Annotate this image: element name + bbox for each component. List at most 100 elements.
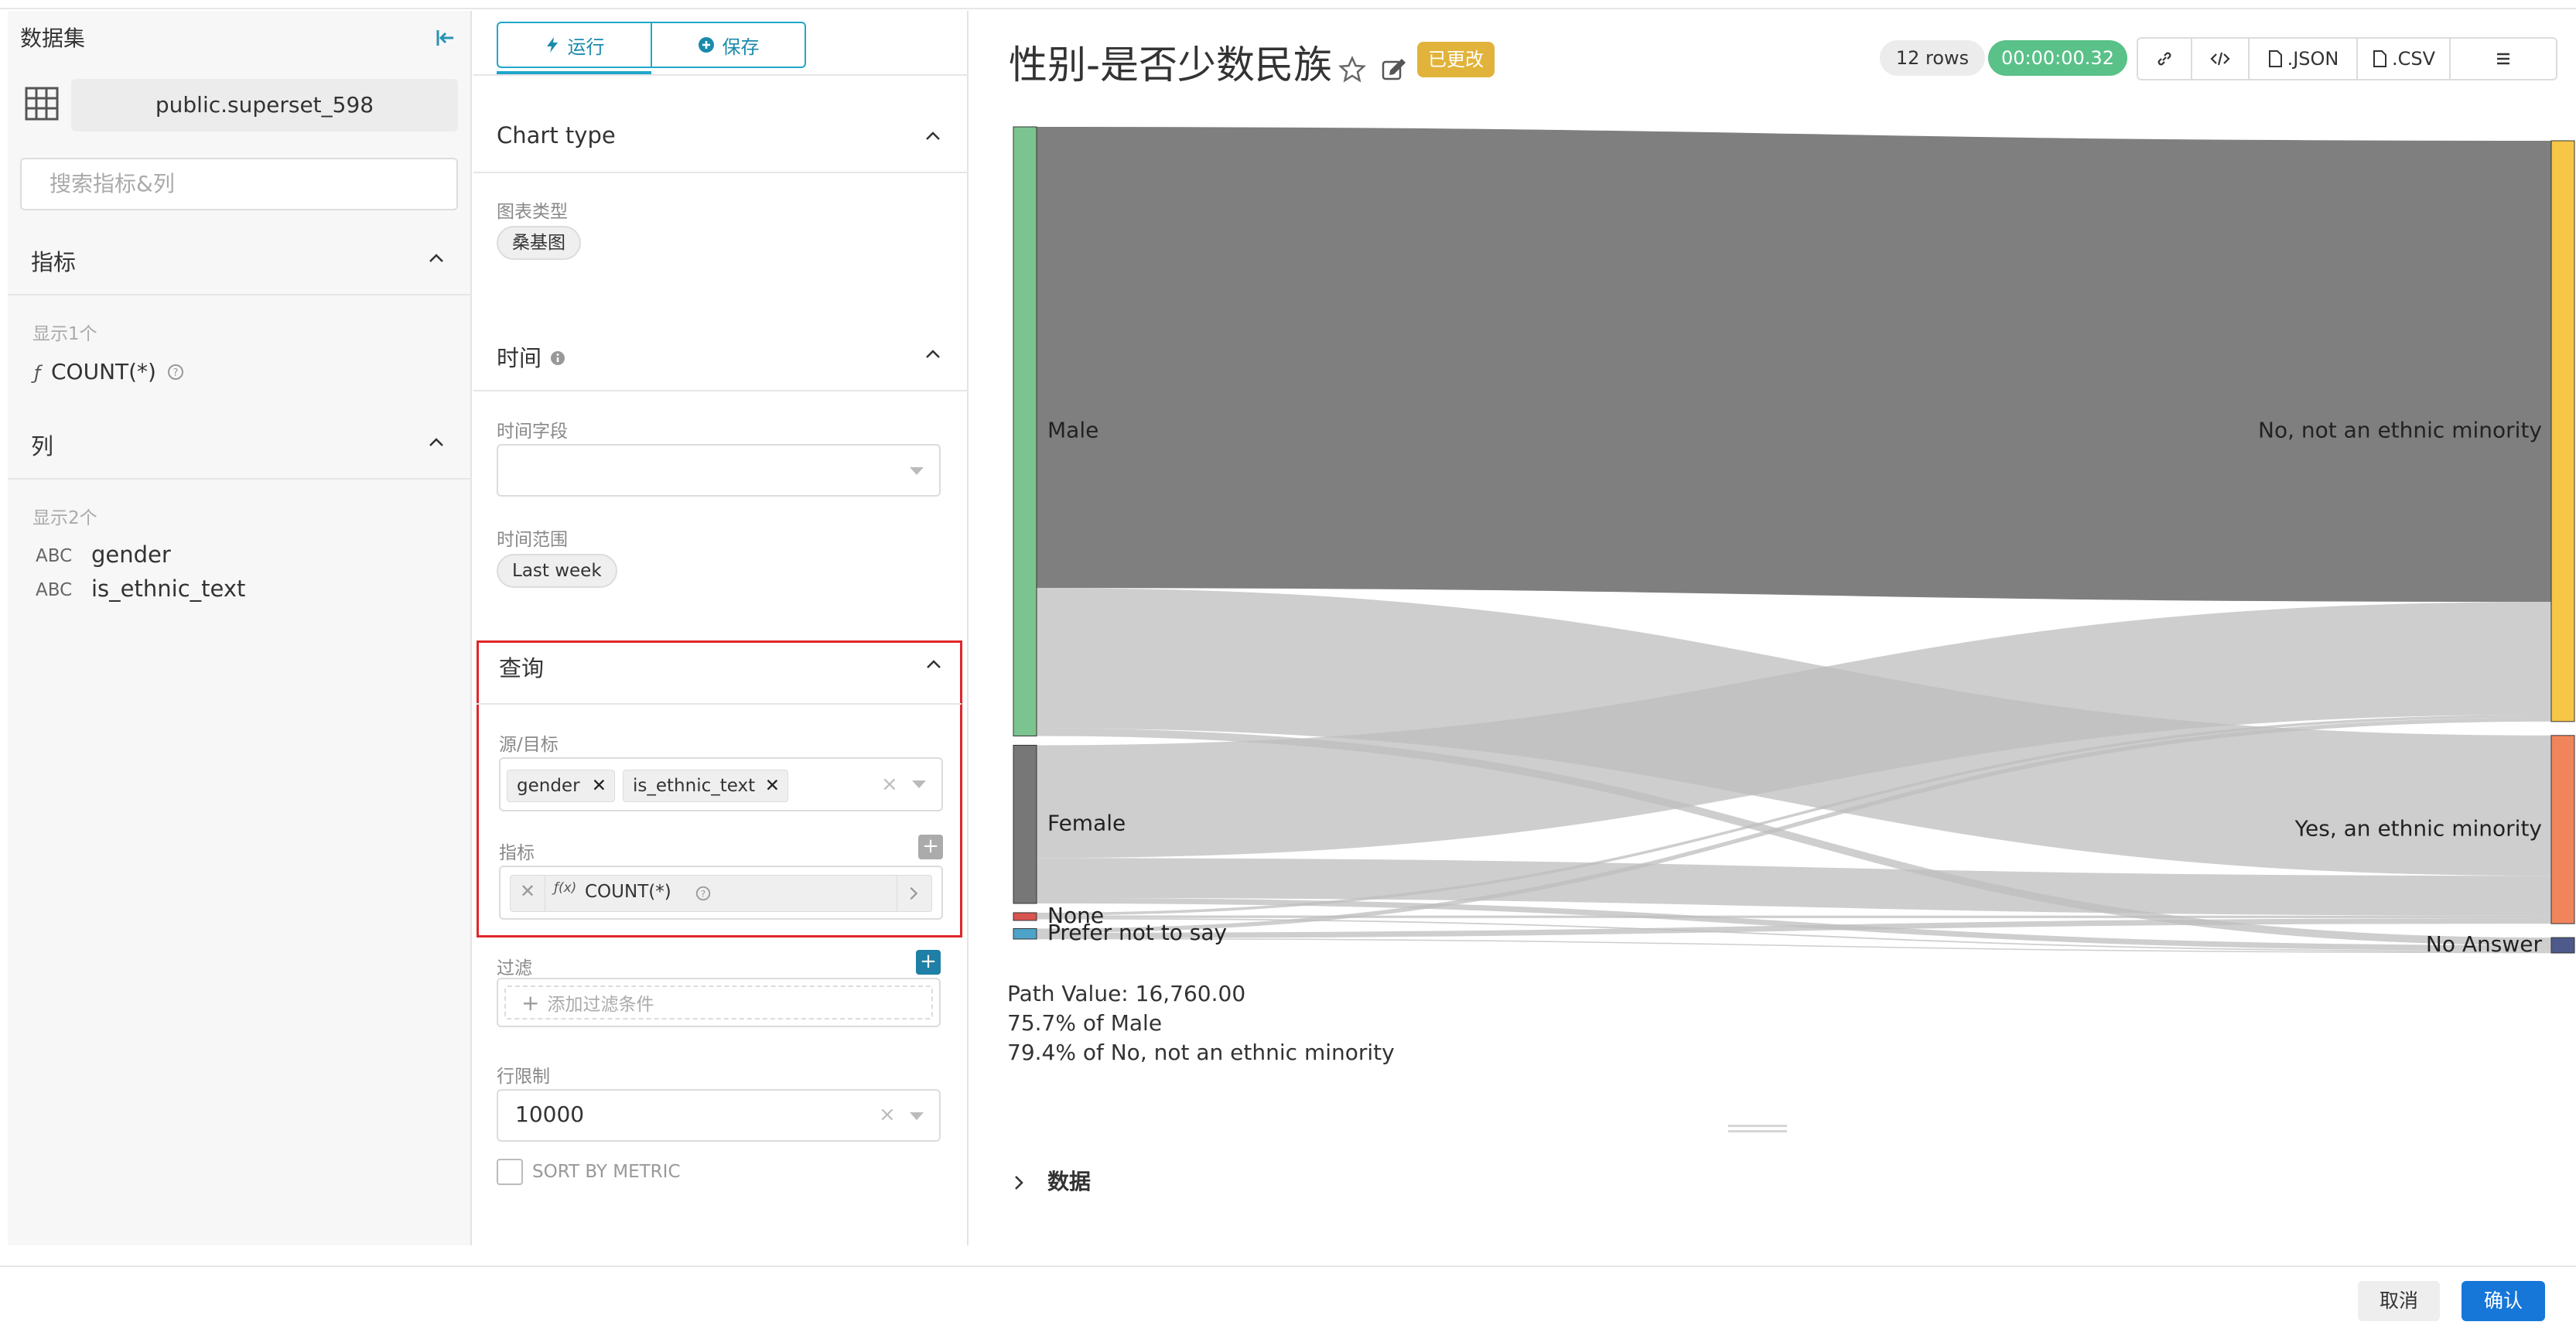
chevron-up-icon[interactable]: [427, 249, 446, 268]
sankey-node[interactable]: [1013, 744, 1037, 904]
remove-tag-icon[interactable]: ✕: [592, 770, 606, 801]
dataset-name[interactable]: public.superset_598: [71, 79, 458, 131]
chevron-up-icon[interactable]: [427, 433, 446, 452]
confirm-button[interactable]: 确认: [2462, 1281, 2545, 1321]
remove-metric-icon[interactable]: ✕: [520, 880, 535, 902]
chart-title[interactable]: 性别-是否少数民族: [1009, 34, 1332, 90]
chart-area: 性别-是否少数民族 已更改 12 rows 00:00:00.32 .JSON …: [970, 11, 2576, 1245]
sankey-node[interactable]: [2550, 937, 2575, 954]
collapse-panel-icon[interactable]: [433, 26, 456, 50]
chart-toolbar: .JSON .CSV: [2137, 37, 2557, 80]
row-limit-label: 行限制: [497, 1067, 550, 1087]
svg-text:?: ?: [173, 367, 178, 379]
time-range-label: 时间范围: [497, 530, 568, 550]
remove-tag-icon[interactable]: ✕: [765, 770, 780, 801]
metric-select[interactable]: ✕ ƒ(x) COUNT(*) ?: [499, 866, 943, 920]
column-type-tag: ABC: [36, 580, 73, 600]
metric-label: 指标: [499, 843, 535, 863]
column-item-is-ethnic-text[interactable]: is_ethnic_text: [91, 575, 245, 602]
sort-by-metric-checkbox[interactable]: [497, 1159, 523, 1185]
source-target-select[interactable]: gender ✕ is_ethnic_text ✕ ×: [499, 757, 943, 811]
clear-icon[interactable]: ×: [881, 773, 898, 796]
top-border: [0, 0, 2576, 9]
chevron-up-icon[interactable]: [924, 345, 942, 364]
chart-type-section-title[interactable]: Chart type: [497, 122, 616, 149]
chevron-down-icon: [912, 780, 926, 788]
chart-type-label: 图表类型: [497, 202, 568, 222]
export-csv-button[interactable]: .CSV: [2358, 39, 2451, 79]
file-icon: [2268, 50, 2282, 67]
chevron-up-icon[interactable]: [924, 127, 942, 145]
embed-code-button[interactable]: [2192, 39, 2250, 79]
time-range-pill[interactable]: Last week: [497, 554, 617, 588]
sankey-chart[interactable]: MaleFemaleNonePrefer not to sayNo, not a…: [970, 104, 2576, 985]
sort-by-metric-label: SORT BY METRIC: [532, 1162, 681, 1182]
chevron-up-icon[interactable]: [924, 655, 943, 674]
sankey-node[interactable]: [1013, 912, 1037, 921]
info-icon[interactable]: [548, 349, 567, 367]
edit-icon[interactable]: [1380, 56, 1408, 84]
export-json-button[interactable]: .JSON: [2250, 39, 2358, 79]
cancel-button[interactable]: 取消: [2358, 1281, 2440, 1321]
code-icon: [2210, 52, 2230, 66]
clear-icon[interactable]: ×: [879, 1103, 896, 1126]
menu-icon: [2497, 53, 2509, 65]
metric-pill[interactable]: ✕ ƒ(x) COUNT(*) ?: [510, 875, 932, 912]
add-filter-icon[interactable]: +: [916, 950, 941, 975]
help-icon[interactable]: ?: [166, 363, 185, 381]
sankey-node[interactable]: [1013, 927, 1037, 940]
sankey-link[interactable]: [1036, 858, 2552, 916]
chevron-right-icon[interactable]: [1010, 1174, 1027, 1191]
resize-handle[interactable]: [1728, 1125, 1787, 1132]
tooltip-path-value: Path Value: 16,760.00: [1007, 981, 1246, 1006]
add-metric-icon[interactable]: +: [918, 835, 943, 859]
column-type-tag: ABC: [36, 546, 73, 566]
divider: [473, 74, 969, 76]
metrics-count: 显示1个: [32, 324, 97, 344]
file-icon: [2373, 50, 2386, 67]
row-limit-value: 10000: [515, 1101, 585, 1127]
lightning-icon: [546, 37, 558, 53]
sankey-node[interactable]: [1013, 126, 1037, 736]
sankey-node-label: Yes, an ethnic minority: [2294, 815, 2542, 841]
time-field-label: 时间字段: [497, 422, 568, 442]
sankey-node[interactable]: [2550, 140, 2575, 722]
more-menu-button[interactable]: [2451, 39, 2556, 79]
sankey-link[interactable]: [1036, 127, 2552, 603]
plus-circle-icon: [698, 37, 714, 53]
sankey-node-label: Female: [1047, 811, 1126, 836]
sankey-node-label: Prefer not to say: [1047, 920, 1227, 945]
modal-footer: 取消 确认: [0, 1265, 2576, 1332]
query-section-title[interactable]: 查询: [499, 651, 544, 683]
chart-type-pill[interactable]: 桑基图: [497, 226, 581, 260]
table-grid-icon: [23, 85, 60, 122]
column-item-gender[interactable]: gender: [91, 541, 171, 568]
sankey-node-label: No Answer: [2426, 931, 2543, 957]
link-icon: [2157, 52, 2171, 66]
add-filter-box[interactable]: + 添加过滤条件: [497, 978, 941, 1027]
metrics-section-title[interactable]: 指标: [31, 244, 76, 277]
sankey-node[interactable]: [2550, 735, 2575, 924]
save-button[interactable]: 保存: [651, 23, 805, 67]
star-icon[interactable]: [1338, 56, 1366, 84]
run-button[interactable]: 运行: [498, 23, 651, 67]
svg-text:?: ?: [701, 889, 705, 900]
chevron-right-icon[interactable]: [905, 885, 922, 902]
tag-gender[interactable]: gender ✕: [507, 770, 615, 802]
row-limit-select[interactable]: 10000 ×: [497, 1089, 941, 1142]
columns-section-title[interactable]: 列: [31, 429, 53, 461]
data-panel-toggle[interactable]: 数据: [1047, 1165, 1091, 1196]
time-section-title[interactable]: 时间: [497, 340, 567, 373]
query-section-highlight: 查询 源/目标 gender ✕ is_ethnic_text ✕ × 指标 +…: [476, 640, 962, 938]
row-count-badge: 12 rows: [1880, 40, 1985, 76]
copy-link-button[interactable]: [2138, 39, 2192, 79]
altered-badge[interactable]: 已更改: [1417, 42, 1495, 77]
columns-count: 显示2个: [32, 508, 97, 528]
time-field-select[interactable]: [497, 444, 941, 497]
help-icon[interactable]: ?: [695, 885, 712, 902]
source-target-label: 源/目标: [499, 735, 559, 755]
metric-item[interactable]: ƒ COUNT(*) ?: [34, 359, 185, 384]
tag-is-ethnic-text[interactable]: is_ethnic_text ✕: [623, 770, 788, 802]
search-metrics-columns-input[interactable]: 搜索指标&列: [20, 158, 458, 210]
tooltip-source-share: 75.7% of Male: [1007, 1010, 1163, 1036]
